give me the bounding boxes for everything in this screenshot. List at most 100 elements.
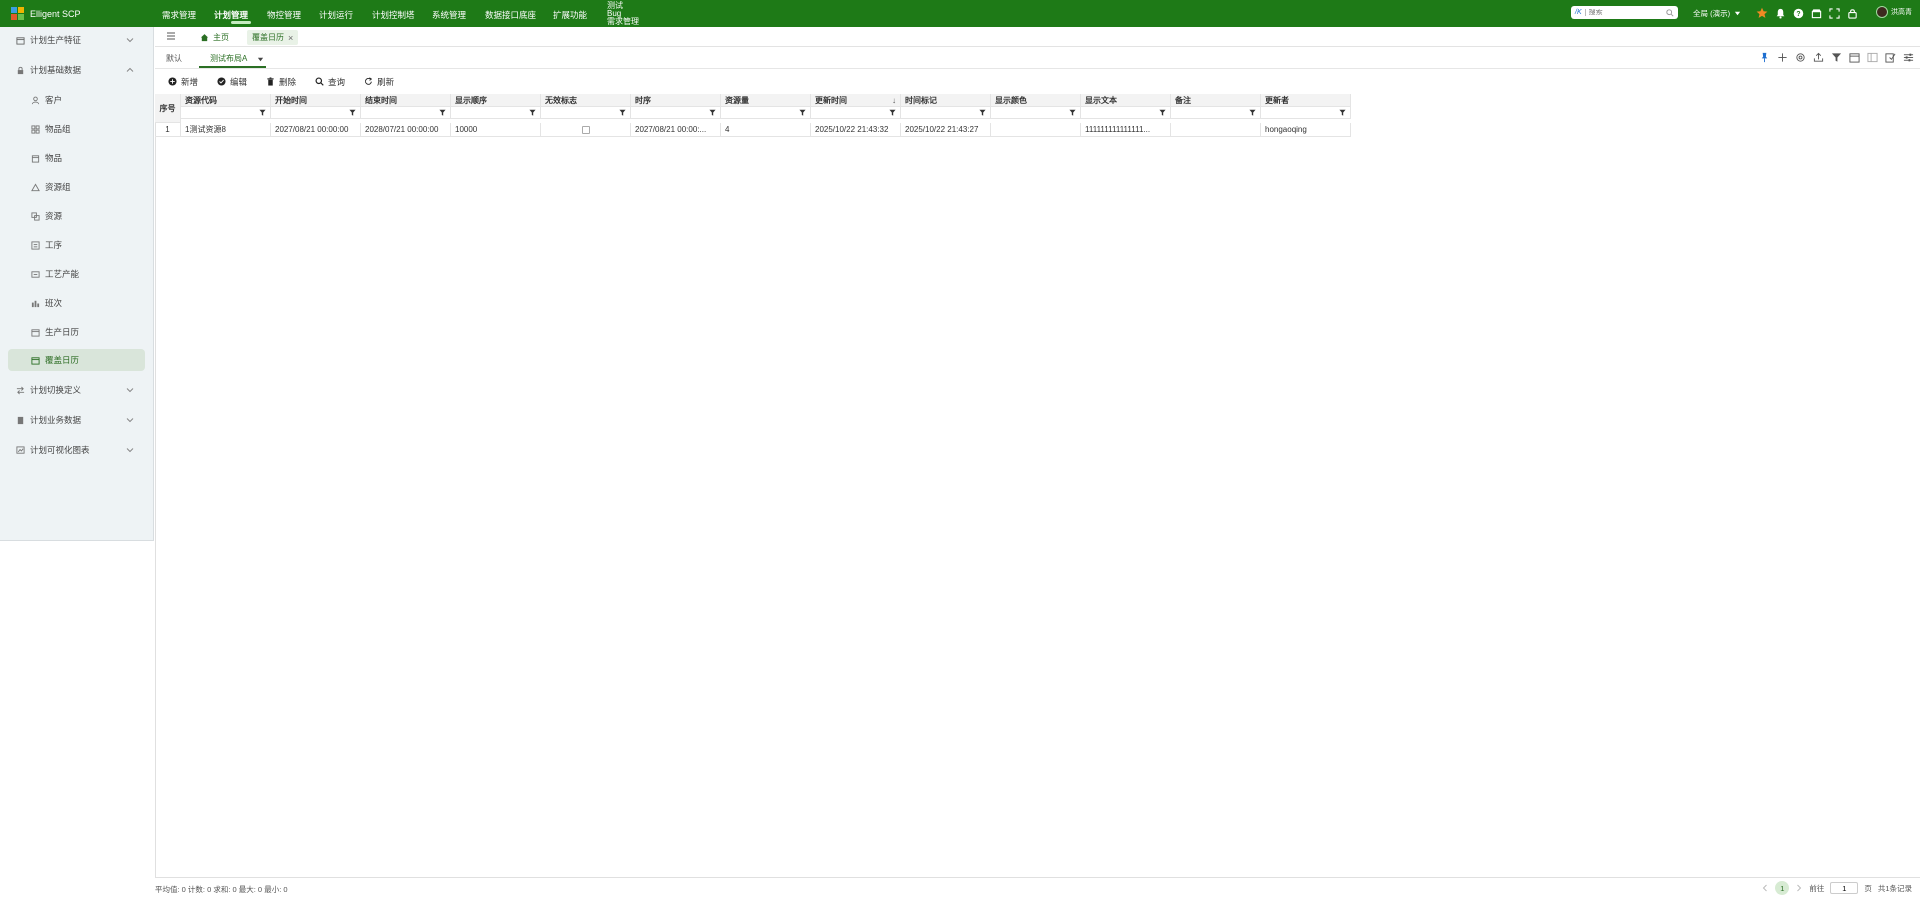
page-number[interactable]: 1 — [1775, 881, 1790, 895]
column-header[interactable]: 备注 — [1171, 94, 1261, 107]
filter-icon[interactable] — [1159, 109, 1166, 116]
nav-item-planning[interactable]: 计划管理 — [214, 0, 267, 27]
fullscreen-icon[interactable] — [1828, 7, 1840, 19]
column-filter[interactable] — [1261, 107, 1351, 119]
delete-button[interactable]: 删除 — [253, 72, 302, 91]
layout-tab-default[interactable]: 默认 — [166, 53, 182, 68]
table-row[interactable]: 1测试资源8 2027/08/21 00:00:00 2028/07/21 00… — [181, 123, 1351, 137]
filter-icon[interactable] — [529, 109, 536, 116]
column-filter[interactable] — [721, 107, 811, 119]
filter-icon[interactable] — [979, 109, 986, 116]
column-filter[interactable] — [901, 107, 991, 119]
table-cell[interactable]: 2027/08/21 00:00:... — [631, 123, 721, 137]
tab-home[interactable]: 主页 — [200, 30, 229, 45]
columns-icon[interactable] — [1866, 51, 1878, 63]
sidebar-item-shift[interactable]: 班次 — [0, 292, 154, 314]
filter-icon[interactable] — [349, 109, 356, 116]
add-button[interactable]: 新增 — [155, 72, 204, 91]
query-button[interactable]: 查询 — [302, 72, 351, 91]
sidebar-item-production-features[interactable]: 计划生产特征 — [0, 29, 154, 51]
table-cell[interactable]: 2027/08/21 00:00:00 — [271, 123, 361, 137]
nav-item-control-tower[interactable]: 计划控制塔 — [372, 0, 432, 27]
sidebar-item-process[interactable]: 工序 — [0, 234, 154, 256]
filter-icon[interactable] — [1339, 109, 1346, 116]
table-cell[interactable]: 4 — [721, 123, 811, 137]
settings-icon[interactable] — [1794, 51, 1806, 63]
lock-icon[interactable] — [1846, 7, 1858, 19]
invalid-flag-checkbox[interactable] — [581, 125, 590, 134]
global-search[interactable]: /K — [1571, 6, 1678, 19]
filter-icon[interactable] — [1830, 51, 1842, 63]
column-header[interactable]: 时序 — [631, 94, 721, 107]
column-header[interactable]: 结束时间 — [361, 94, 451, 107]
column-header[interactable]: 更新者 — [1261, 94, 1351, 107]
sidebar-item-production-calendar[interactable]: 生产日历 — [0, 321, 154, 343]
column-header[interactable]: 资源量 — [721, 94, 811, 107]
user-menu[interactable]: 洪高青 — [1876, 6, 1912, 18]
column-filter[interactable] — [1081, 107, 1171, 119]
upload-icon[interactable] — [1812, 51, 1824, 63]
column-header[interactable]: 无效标志 — [541, 94, 631, 107]
store-icon[interactable] — [1810, 7, 1822, 19]
nav-item-plan-run[interactable]: 计划运行 — [319, 0, 372, 27]
sidebar-item-switch-definition[interactable]: 计划切换定义 — [0, 379, 154, 401]
sidebar-item-item-group[interactable]: 物品组 — [0, 118, 154, 140]
table-cell[interactable]: 1测试资源8 — [181, 123, 271, 137]
filter-icon[interactable] — [799, 109, 806, 116]
sort-indicator-icon[interactable]: ↓ — [892, 96, 896, 105]
prev-page-icon[interactable] — [1761, 884, 1769, 892]
column-header[interactable]: 更新时间 ↓ — [811, 94, 901, 107]
sidebar-item-item[interactable]: 物品 — [0, 147, 154, 169]
edit-check-icon[interactable] — [1884, 51, 1896, 63]
filter-icon[interactable] — [259, 109, 266, 116]
sliders-icon[interactable] — [1902, 51, 1914, 63]
table-cell[interactable]: 111111111111111... — [1081, 123, 1171, 137]
sidebar-item-resource-group[interactable]: 资源组 — [0, 176, 154, 198]
nav-item-demand[interactable]: 需求管理 — [162, 0, 214, 27]
filter-icon[interactable] — [889, 109, 896, 116]
nav-item-data-interface[interactable]: 数据接口底座 — [485, 0, 553, 27]
table-cell[interactable]: 2028/07/21 00:00:00 — [361, 123, 451, 137]
help-icon[interactable]: ? — [1792, 7, 1804, 19]
search-icon[interactable] — [1666, 8, 1674, 17]
table-cell[interactable]: 10000 — [451, 123, 541, 137]
goto-page-input[interactable] — [1830, 882, 1859, 894]
filter-icon[interactable] — [1069, 109, 1076, 116]
caret-down-icon[interactable] — [257, 56, 264, 63]
layout-tab-active[interactable]: 测试布局A — [199, 53, 266, 68]
plus-icon[interactable] — [1776, 51, 1788, 63]
table-cell[interactable]: 2025/10/22 21:43:27 — [901, 123, 991, 137]
column-header[interactable]: 时间标记 — [901, 94, 991, 107]
column-header[interactable]: 显示文本 — [1081, 94, 1171, 107]
sidebar-item-visual-charts[interactable]: 计划可视化图表 — [0, 439, 154, 461]
sidebar-item-capacity[interactable]: 工艺产能 — [0, 263, 154, 285]
filter-icon[interactable] — [1249, 109, 1256, 116]
sidebar-item-resource[interactable]: 资源 — [0, 205, 154, 227]
close-icon[interactable]: × — [288, 33, 293, 43]
column-header[interactable]: 显示颜色 — [991, 94, 1081, 107]
pin-icon[interactable] — [1758, 51, 1770, 63]
brand[interactable]: Elligent SCP — [11, 6, 81, 21]
calendar-settings-icon[interactable] — [1848, 51, 1860, 63]
sidebar-item-override-calendar[interactable]: 覆盖日历 — [8, 349, 145, 371]
favorite-star-icon[interactable] — [1756, 7, 1768, 19]
sidebar-item-basic-data[interactable]: 计划基础数据 — [0, 59, 154, 81]
column-filter[interactable] — [541, 107, 631, 119]
menu-toggle-icon[interactable] — [166, 31, 176, 41]
column-header[interactable]: 显示顺序 — [451, 94, 541, 107]
table-cell[interactable] — [991, 123, 1081, 137]
bell-icon[interactable] — [1774, 7, 1786, 19]
filter-icon[interactable] — [709, 109, 716, 116]
tab-override-calendar[interactable]: 覆盖日历 × — [247, 30, 299, 45]
table-cell-checkbox[interactable] — [541, 123, 631, 137]
column-filter[interactable] — [631, 107, 721, 119]
column-filter[interactable] — [811, 107, 901, 119]
column-filter[interactable] — [271, 107, 361, 119]
column-header[interactable]: 开始时间 — [271, 94, 361, 107]
filter-icon[interactable] — [439, 109, 446, 116]
search-input[interactable] — [1588, 9, 1655, 16]
column-filter[interactable] — [991, 107, 1081, 119]
nav-item-system[interactable]: 系统管理 — [432, 0, 485, 27]
refresh-button[interactable]: 刷新 — [351, 72, 400, 91]
next-page-icon[interactable] — [1795, 884, 1803, 892]
